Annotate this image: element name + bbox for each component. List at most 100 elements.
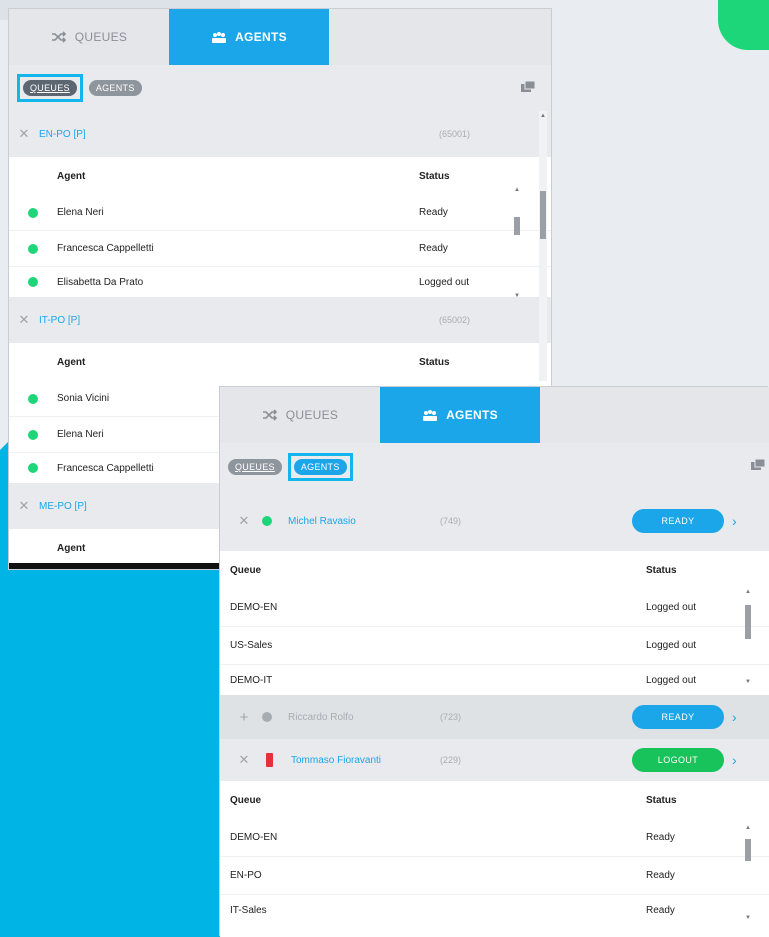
agent-row-header[interactable]: + Riccardo Rolfo (723) READY › — [220, 695, 769, 739]
tab-queues-label: QUEUES — [74, 30, 128, 44]
tab-queues[interactable]: QUEUES — [220, 387, 380, 443]
shuffle-icon — [51, 31, 66, 43]
queue-name: EN-PO — [230, 870, 262, 881]
queue-status: Logged out — [646, 674, 697, 686]
background-green-blob — [718, 0, 769, 50]
agent-name: Francesca Cappelletti — [57, 243, 154, 254]
tab-agents[interactable]: AGENTS — [380, 387, 540, 443]
status-column-header: Status — [419, 170, 450, 182]
agent-status-dot — [262, 712, 272, 722]
tab-bar: QUEUES AGENTS — [9, 9, 551, 65]
collapse-icon[interactable]: ✕ — [220, 752, 268, 768]
agent-extension: (723) — [440, 712, 462, 722]
agent-status-button[interactable]: READY — [632, 705, 724, 729]
queue-extension: (65002) — [439, 315, 471, 325]
queue-name: ME-PO [P] — [39, 500, 87, 512]
outer-scrollbar[interactable]: ▲ — [539, 111, 547, 381]
table-row: Elena Neri Ready — [9, 195, 551, 231]
queue-status: Ready — [646, 832, 675, 843]
tab-queues[interactable]: QUEUES — [9, 9, 169, 65]
status-column-header: Status — [419, 356, 450, 368]
filter-queues-button[interactable]: QUEUES — [23, 80, 77, 96]
chevron-right-icon[interactable]: › — [732, 752, 737, 768]
queue-status: Logged out — [646, 640, 697, 651]
collapse-icon[interactable]: ✕ — [220, 513, 268, 529]
popout-window-icon[interactable] — [751, 459, 765, 470]
expand-icon[interactable]: + — [220, 709, 268, 726]
queue-name: DEMO-EN — [230, 832, 278, 843]
collapse-icon[interactable]: ✕ — [9, 312, 39, 328]
agent-column-header: Agent — [57, 356, 86, 368]
queue-name: IT-PO [P] — [39, 314, 81, 326]
queue-column-header: Queue — [230, 794, 262, 806]
queue-name: DEMO-IT — [230, 674, 273, 686]
queues-filter-highlight: QUEUES — [17, 74, 83, 102]
chevron-right-icon[interactable]: › — [732, 513, 737, 529]
column-header: Agent Status — [9, 343, 551, 381]
collapse-icon[interactable]: ✕ — [9, 126, 39, 142]
column-header: Agent Status — [9, 157, 551, 195]
status-dot — [28, 463, 38, 473]
column-header: Queue Status — [220, 781, 769, 819]
agents-panel: QUEUES AGENTS QUEUES AGENTS ✕ Michel Rav… — [220, 387, 769, 937]
agent-status: Ready — [419, 207, 448, 218]
agent-column-header: Agent — [57, 170, 86, 182]
shuffle-icon — [262, 409, 277, 421]
collapse-icon[interactable]: ✕ — [9, 498, 39, 514]
queue-group-header[interactable]: ✕ EN-PO [P] (65001) — [9, 111, 551, 157]
agent-status: Logged out — [419, 276, 470, 288]
table-row: DEMO-EN Logged out — [220, 589, 769, 627]
queue-status: Ready — [646, 904, 675, 916]
table-row: US-Sales Logged out — [220, 627, 769, 665]
queue-name: US-Sales — [230, 640, 273, 651]
agents-icon — [423, 410, 438, 421]
agents-icon — [212, 32, 227, 43]
queue-status: Ready — [646, 870, 675, 881]
agent-name: Elisabetta Da Prato — [57, 276, 144, 288]
scrollbar[interactable]: ▲ ▼ — [513, 187, 521, 299]
tab-agents[interactable]: AGENTS — [169, 9, 329, 65]
column-header: Queue Status — [220, 551, 769, 589]
status-column-header: Status — [646, 794, 677, 806]
agent-name: Riccardo Rolfo — [288, 711, 354, 723]
queue-group-header[interactable]: ✕ IT-PO [P] (65002) — [9, 297, 551, 343]
agent-status-button[interactable]: READY — [632, 509, 724, 533]
table-row: DEMO-IT Logged out — [220, 665, 769, 695]
filter-agents-button[interactable]: AGENTS — [293, 459, 347, 475]
filter-toolbar: QUEUES AGENTS — [9, 65, 551, 111]
agent-row-header[interactable]: ✕ Tommaso Fioravanti (229) LOGOUT › — [220, 739, 769, 781]
agents-filter-highlight: AGENTS — [287, 453, 353, 481]
scrollbar[interactable]: ▲ ▼ — [744, 589, 752, 685]
status-dot — [28, 207, 38, 218]
status-dot — [28, 277, 38, 287]
agent-name: Michel Ravasio — [288, 515, 356, 527]
scrollbar[interactable]: ▲ ▼ — [744, 825, 752, 921]
queue-name: EN-PO [P] — [39, 128, 86, 140]
status-dot — [28, 243, 38, 254]
status-column-header: Status — [646, 564, 677, 576]
agent-status-button[interactable]: LOGOUT — [632, 748, 724, 772]
status-dot — [28, 429, 38, 440]
phone-icon — [266, 753, 273, 767]
agent-extension: (229) — [440, 755, 462, 765]
agent-name: Tommaso Fioravanti — [291, 754, 382, 766]
popout-window-icon[interactable] — [521, 81, 535, 92]
agent-extension: (749) — [440, 516, 462, 526]
queue-name: DEMO-EN — [230, 602, 278, 613]
agent-row-header[interactable]: ✕ Michel Ravasio (749) READY › — [220, 491, 769, 551]
agent-list: ✕ Michel Ravasio (749) READY › Queue Sta… — [220, 491, 769, 925]
queue-name: IT-Sales — [230, 904, 267, 916]
table-row: DEMO-EN Ready — [220, 819, 769, 857]
status-dot — [28, 393, 38, 404]
agent-name: Elena Neri — [57, 207, 104, 218]
table-row: Elisabetta Da Prato Logged out — [9, 267, 551, 297]
agent-status-dot — [262, 516, 272, 526]
agent-status: Ready — [419, 243, 448, 254]
filter-agents-button[interactable]: AGENTS — [88, 80, 142, 96]
queue-status: Logged out — [646, 602, 697, 613]
filter-toolbar: QUEUES AGENTS — [220, 443, 769, 491]
chevron-right-icon[interactable]: › — [732, 709, 737, 725]
filter-queues-button[interactable]: QUEUES — [228, 459, 282, 475]
queue-column-header: Queue — [230, 564, 262, 576]
queue-extension: (65001) — [439, 129, 471, 139]
